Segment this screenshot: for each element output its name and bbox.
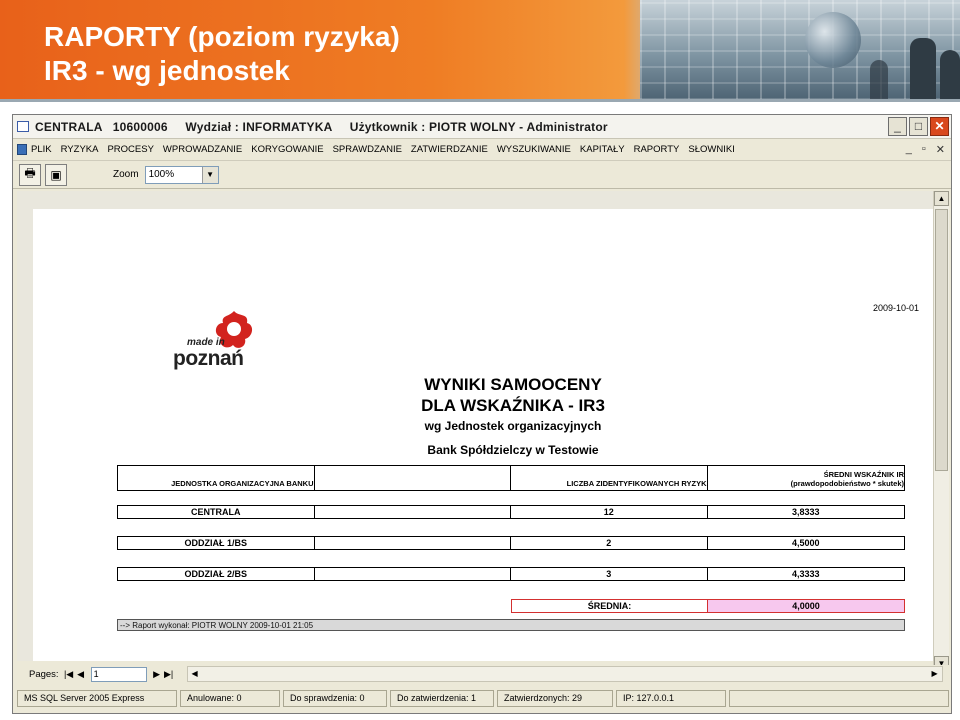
mdi-restore-button[interactable]: ▫	[922, 143, 926, 156]
report-date: 2009-10-01	[872, 303, 919, 313]
prev-page-button[interactable]: ◀	[75, 667, 87, 681]
cell-blank	[315, 537, 511, 549]
cell-unit: ODDZIAŁ 2/BS	[118, 568, 315, 580]
status-ip: IP: 127.0.0.1	[616, 689, 726, 707]
cell-count: 12	[511, 506, 708, 518]
export-button[interactable]: ▣	[45, 163, 67, 186]
export-icon: ▣	[50, 167, 62, 182]
table-row: CENTRALA 12 3,8333	[117, 505, 905, 519]
menu-item-plik[interactable]: PLIK	[31, 144, 52, 155]
toolbar: 🖶 ▣ Zoom 100% ▼	[13, 161, 951, 189]
zoom-value: 100%	[148, 169, 175, 180]
zoom-label: Zoom	[113, 169, 139, 180]
menu-bar: PLIK RYZYKA PROCESY WPROWADZANIE KORYGOW…	[13, 139, 951, 161]
cell-count: 2	[511, 537, 708, 549]
vertical-scrollbar[interactable]: ▲ ▼	[933, 191, 949, 671]
status-cancelled: Anulowane: 0	[180, 689, 280, 707]
slide-title-line2: IR3 - wg jednostek	[44, 55, 290, 86]
close-button[interactable]: ✕	[930, 117, 949, 136]
table-header: JEDNOSTKA ORGANIZACYJNA BANKU LICZBA ZID…	[117, 465, 905, 491]
menu-item-sprawdzanie[interactable]: SPRAWDZANIE	[333, 144, 402, 155]
cell-blank	[315, 568, 511, 580]
person-silhouette	[940, 50, 960, 100]
zoom-select[interactable]: 100% ▼	[144, 165, 219, 184]
page-number-input[interactable]	[90, 666, 147, 682]
cell-count: 3	[511, 568, 708, 580]
document-icon	[17, 144, 27, 155]
printer-icon: 🖶	[24, 166, 36, 180]
person-silhouette	[910, 38, 936, 100]
mdi-controls: _ ▫ ✕	[906, 143, 945, 156]
menu-item-slowniki[interactable]: SŁOWNIKI	[688, 144, 734, 155]
average-value: 4,0000	[708, 599, 905, 613]
globe-graphic	[805, 12, 861, 68]
banner-divider	[0, 99, 960, 102]
person-silhouette	[870, 60, 888, 100]
print-button[interactable]: 🖶	[19, 163, 41, 186]
slide-banner: RAPORTY (poziom ryzyka) IR3 - wg jednost…	[0, 0, 960, 100]
app-window-icon	[17, 121, 29, 132]
mdi-minimize-button[interactable]: _	[906, 143, 912, 156]
scroll-left-button[interactable]: ◀	[188, 667, 202, 681]
menu-item-wyszukiwanie[interactable]: WYSZUKIWANIE	[497, 144, 571, 155]
next-page-button[interactable]: ▶	[151, 667, 163, 681]
report-heading-2: DLA WSKAŹNIKA - IR3	[421, 396, 605, 415]
banner-photo	[640, 0, 960, 100]
cell-avg: 3,8333	[791, 507, 820, 517]
page-navigation: Pages: |◀ ◀ ▶ ▶| ◀ ▶	[17, 665, 949, 683]
cell-blank	[315, 506, 511, 518]
slide-title: RAPORTY (poziom ryzyka) IR3 - wg jednost…	[44, 20, 400, 88]
title-bar[interactable]: CENTRALA 10600006 Wydział : INFORMATYKA …	[13, 115, 951, 139]
report-heading-1: WYNIKI SAMOOCENY	[424, 375, 602, 394]
status-empty	[729, 689, 949, 707]
status-server: MS SQL Server 2005 Express	[17, 689, 177, 707]
column-header-unit: JEDNOSTKA ORGANIZACYJNA BANKU	[118, 466, 315, 490]
horizontal-scrollbar[interactable]: ◀ ▶	[186, 666, 943, 682]
cell-avg: 4,3333	[791, 569, 820, 579]
status-to-check: Do sprawdzenia: 0	[283, 689, 387, 707]
report-footer: --> Raport wykonał: PIOTR WOLNY 2009-10-…	[117, 619, 905, 631]
cell-avg: 4,5000	[791, 538, 820, 548]
slide-title-line1: RAPORTY (poziom ryzyka)	[44, 21, 400, 52]
status-to-approve: Do zatwierdzenia: 1	[390, 689, 494, 707]
menu-item-zatwierdzanie[interactable]: ZATWIERDZANIE	[411, 144, 488, 155]
first-page-button[interactable]: |◀	[63, 667, 75, 681]
column-header-count: LICZBA ZIDENTYFIKOWANYCH RYZYK	[511, 466, 708, 490]
chevron-down-icon[interactable]: ▼	[201, 166, 218, 183]
mdi-close-button[interactable]: ✕	[936, 143, 945, 156]
made-in-poznan-logo: made in poznań	[167, 307, 267, 377]
scroll-thumb[interactable]	[935, 209, 948, 471]
report-heading-4: Bank Spółdzielczy w Testowie	[427, 443, 599, 457]
column-header-blank	[315, 466, 511, 490]
logo-line2: poznań	[173, 347, 244, 370]
window-controls: _ □ ✕	[888, 117, 949, 136]
window-title: CENTRALA 10600006 Wydział : INFORMATYKA …	[35, 119, 608, 134]
menu-item-raporty[interactable]: RAPORTY	[634, 144, 680, 155]
minimize-button[interactable]: _	[888, 117, 907, 136]
average-label: ŚREDNIA:	[511, 599, 708, 613]
report-viewport: 2009-10-01 made in poznań WYNIKI SAMOOCE…	[17, 191, 933, 661]
last-page-button[interactable]: ▶|	[163, 667, 175, 681]
menu-item-wprowadzanie[interactable]: WPROWADZANIE	[163, 144, 242, 155]
pages-label: Pages:	[29, 668, 59, 680]
menu-item-kapitaly[interactable]: KAPITAŁY	[580, 144, 625, 155]
status-approved: Zatwierdzonych: 29	[497, 689, 613, 707]
menu-item-korygowanie[interactable]: KORYGOWANIE	[251, 144, 323, 155]
table-row: ODDZIAŁ 2/BS 3 4,3333	[117, 567, 905, 581]
cell-unit: CENTRALA	[118, 506, 315, 518]
scroll-up-button[interactable]: ▲	[934, 191, 949, 206]
status-bar: MS SQL Server 2005 Express Anulowane: 0 …	[17, 688, 949, 708]
cell-unit: ODDZIAŁ 1/BS	[118, 537, 315, 549]
table-row: ODDZIAŁ 1/BS 2 4,5000	[117, 536, 905, 550]
column-header-avg: ŚREDNI WSKAŹNIK IR (prawdopodobieństwo *…	[790, 470, 904, 488]
scroll-right-button[interactable]: ▶	[928, 667, 942, 681]
report-heading-3: wg Jednostek organizacyjnych	[424, 419, 602, 433]
menu-item-procesy[interactable]: PROCESY	[107, 144, 153, 155]
app-window: CENTRALA 10600006 Wydział : INFORMATYKA …	[12, 114, 952, 714]
average-row: ŚREDNIA: 4,0000	[511, 599, 905, 613]
menu-item-ryzyka[interactable]: RYZYKA	[61, 144, 99, 155]
maximize-button[interactable]: □	[909, 117, 928, 136]
